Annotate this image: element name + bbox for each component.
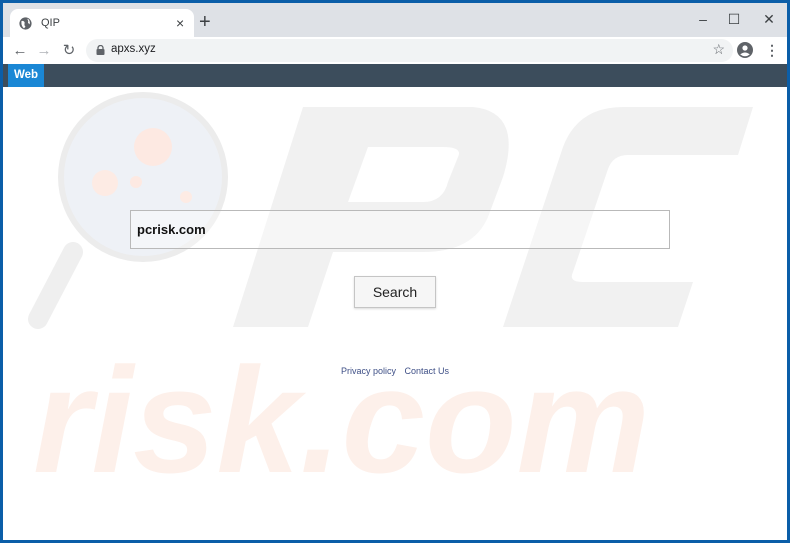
pcrisk-watermark: risk.com (28, 92, 753, 504)
tab-title: QIP (41, 17, 60, 29)
contact-us-link[interactable]: Contact Us (405, 366, 450, 376)
page-content: risk.com Search Privacy policy Contact U… (3, 87, 787, 540)
browser-toolbar: ← → ↻ apxs.xyz ☆ ⋮ (3, 37, 787, 64)
profile-icon[interactable] (737, 42, 753, 58)
browser-menu-icon[interactable]: ⋮ (765, 41, 779, 59)
maximize-button[interactable]: ☐ (719, 7, 749, 31)
browser-window: QIP × + – ☐ ✕ ← → ↻ apxs.xyz ☆ ⋮ Web ris… (3, 3, 787, 540)
browser-tab[interactable]: QIP × (10, 9, 194, 38)
back-button[interactable]: ← (10, 41, 30, 61)
url-text: apxs.xyz (111, 43, 156, 55)
nav-tab-web[interactable]: Web (8, 64, 45, 87)
lock-icon (96, 45, 105, 55)
new-tab-button[interactable]: + (199, 12, 211, 32)
reload-button[interactable]: ↻ (59, 41, 79, 61)
bookmark-star-icon[interactable]: ☆ (712, 41, 725, 58)
search-input[interactable] (130, 210, 670, 249)
site-navbar: Web (3, 64, 787, 87)
globe-icon (19, 17, 32, 30)
watermark-text: risk.com (33, 336, 650, 504)
forward-button[interactable]: → (34, 41, 54, 61)
close-window-button[interactable]: ✕ (754, 7, 784, 31)
minimize-button[interactable]: – (688, 7, 718, 31)
address-bar[interactable]: apxs.xyz ☆ (86, 39, 733, 62)
footer-links: Privacy policy Contact Us (341, 366, 455, 376)
tab-close-icon[interactable]: × (176, 14, 184, 32)
privacy-policy-link[interactable]: Privacy policy (341, 366, 396, 376)
title-bar: QIP × + – ☐ ✕ (3, 3, 787, 38)
search-button[interactable]: Search (354, 276, 436, 308)
